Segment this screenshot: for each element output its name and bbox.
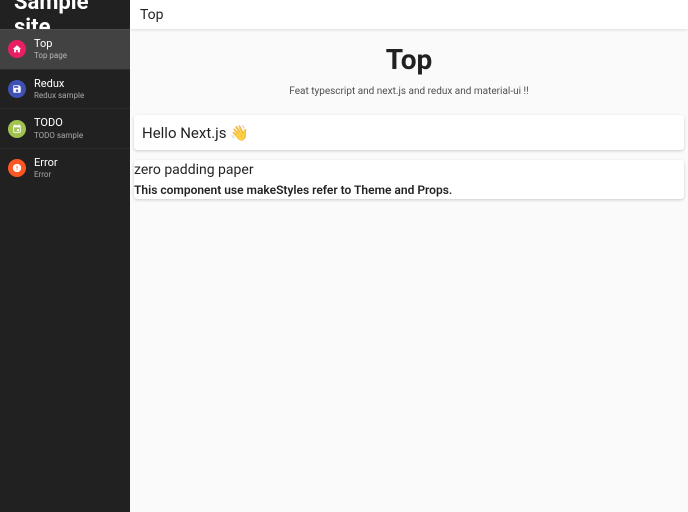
sidebar-item-label: TODO <box>34 116 83 130</box>
sidebar-item-sublabel: TODO sample <box>34 131 83 141</box>
main: Top Top Feat typescript and next.js and … <box>130 0 688 512</box>
save-icon <box>8 80 26 98</box>
sidebar-item-label: Redux <box>34 77 84 91</box>
sidebar-header: Sample site <box>0 0 130 29</box>
error-icon <box>8 159 26 177</box>
sidebar-item-error[interactable]: Error Error <box>0 148 130 188</box>
greeting-text: Hello Next.js 👋 <box>142 124 249 142</box>
sidebar: Sample site Top Top page Redux Redux sam… <box>0 0 130 512</box>
greeting-paper: Hello Next.js 👋 <box>134 115 684 150</box>
page-subtitle: Feat typescript and next.js and redux an… <box>140 86 678 97</box>
topbar: Top <box>130 0 688 29</box>
topbar-title: Top <box>140 7 164 23</box>
hero: Top Feat typescript and next.js and redu… <box>130 29 688 115</box>
page-title: Top <box>140 43 678 76</box>
sidebar-item-label: Error <box>34 156 58 170</box>
content: Top Feat typescript and next.js and redu… <box>130 29 688 512</box>
home-icon <box>8 40 26 58</box>
sidebar-item-label: Top <box>34 37 67 51</box>
zero-padding-paper: zero padding paper This component use ma… <box>134 160 684 199</box>
sidebar-item-redux[interactable]: Redux Redux sample <box>0 69 130 109</box>
paper-title: zero padding paper <box>134 160 684 181</box>
sidebar-item-sublabel: Redux sample <box>34 91 84 101</box>
sidebar-item-sublabel: Error <box>34 170 58 180</box>
sidebar-item-todo[interactable]: TODO TODO sample <box>0 108 130 148</box>
sidebar-item-sublabel: Top page <box>34 51 67 61</box>
sidebar-item-top[interactable]: Top Top page <box>0 29 130 69</box>
paper-body: This component use makeStyles refer to T… <box>134 181 684 199</box>
event-icon <box>8 120 26 138</box>
